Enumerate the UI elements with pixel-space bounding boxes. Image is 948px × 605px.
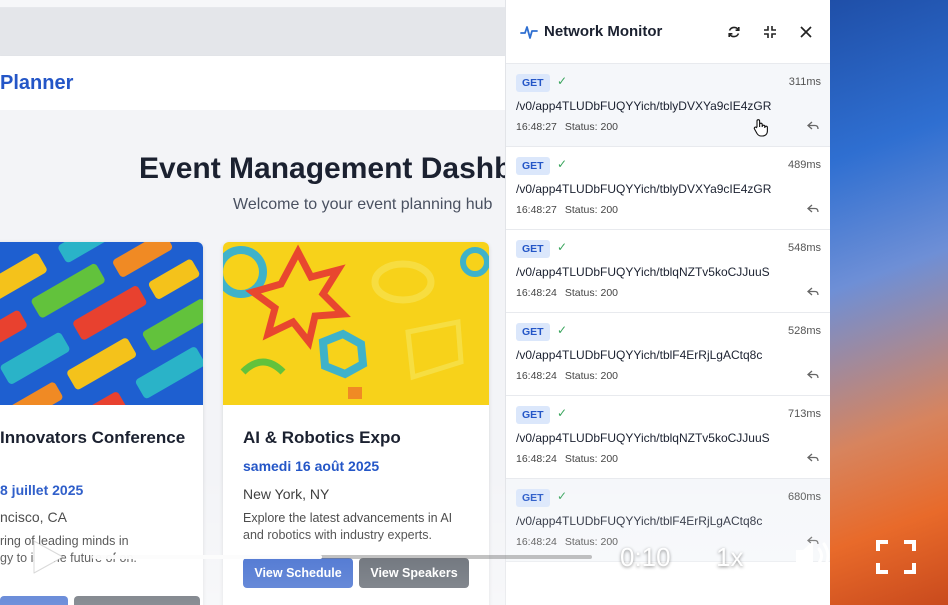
request-duration: 548ms [787, 242, 821, 254]
request-status: Status: 200 [564, 287, 618, 299]
browser-toolbar [0, 8, 505, 56]
event-image [0, 242, 203, 405]
event-date: samedi 16 août 2025 [243, 458, 380, 474]
request-meta: 16:48:27 Status: 200 [516, 121, 626, 133]
request-status: Status: 200 [564, 204, 618, 216]
request-status: Status: 200 [564, 121, 618, 133]
browser-top-strip [0, 0, 505, 8]
request-time: 16:48:27 [516, 204, 557, 216]
request-status: Status: 200 [564, 453, 618, 465]
view-speakers-button[interactable] [74, 596, 200, 605]
request-row[interactable]: GET ✓ 713ms/v0/app4TLUDbFUQYYich/tblqNZTv5… [506, 396, 830, 479]
method-badge: GET [516, 489, 550, 507]
video-controls: 0:10 1x [0, 520, 948, 595]
method-badge: GET [516, 157, 550, 175]
method-badge: GET [516, 74, 550, 92]
replay-icon[interactable] [807, 120, 819, 134]
request-row[interactable]: GET ✓ 489ms/v0/app4TLUDbFUQYYich/tblyDVXYa… [506, 147, 830, 230]
request-time: 16:48:24 [516, 287, 557, 299]
request-time: 16:48:24 [516, 370, 557, 382]
method-badge: GET [516, 406, 550, 424]
request-row[interactable]: GET ✓ 528ms/v0/app4TLUDbFUQYYich/tblF4ErRj… [506, 313, 830, 396]
replay-icon[interactable] [807, 369, 819, 383]
app-header: Planner [0, 56, 505, 110]
success-check-icon: ✓ [557, 157, 568, 171]
request-row[interactable]: GET ✓ 311ms/v0/app4TLUDbFUQYYich/tblyDVXYa… [506, 64, 830, 147]
event-date: 8 juillet 2025 [0, 482, 84, 498]
replay-icon[interactable] [807, 203, 819, 217]
request-duration: 528ms [787, 325, 821, 337]
request-row[interactable]: GET ✓ 548ms/v0/app4TLUDbFUQYYich/tblqNZTv5… [506, 230, 830, 313]
request-duration: 680ms [787, 491, 821, 503]
request-url: /v0/app4TLUDbFUQYYich/tblyDVXYa9cIE4zGR [516, 182, 772, 196]
request-meta: 16:48:24 Status: 200 [516, 287, 626, 299]
success-check-icon: ✓ [557, 406, 568, 420]
event-title: AI & Robotics Expo [243, 428, 401, 447]
success-check-icon: ✓ [557, 489, 568, 503]
request-meta: 16:48:24 Status: 200 [516, 453, 626, 465]
refresh-icon[interactable] [724, 22, 744, 42]
request-url: /v0/app4TLUDbFUQYYich/tblqNZTv5koCJJuuS [516, 265, 770, 279]
method-badge: GET [516, 323, 550, 341]
event-title: Innovators Conference [0, 428, 186, 447]
panel-header: Network Monitor [506, 0, 830, 64]
request-duration: 713ms [787, 408, 821, 420]
request-meta: 16:48:24 Status: 200 [516, 370, 626, 382]
request-meta: 16:48:27 Status: 200 [516, 204, 626, 216]
network-monitor-panel: Network Monitor GET ✓ 311ms/v0/app4TLUDbFU… [505, 0, 830, 605]
dashboard-title: Event Management Dashb [139, 152, 513, 185]
request-time: 16:48:24 [516, 453, 557, 465]
fullscreen-icon[interactable] [876, 540, 916, 574]
success-check-icon: ✓ [557, 74, 568, 88]
request-url: /v0/app4TLUDbFUQYYich/tblqNZTv5koCJJuuS [516, 431, 770, 445]
request-duration: 311ms [788, 76, 821, 88]
collapse-icon[interactable] [760, 22, 780, 42]
progress-track[interactable] [92, 555, 592, 559]
hand-cursor-icon [753, 119, 768, 137]
play-icon[interactable] [30, 538, 66, 576]
desktop-wallpaper [830, 0, 948, 605]
time-display: 0:10 [620, 542, 671, 572]
app-brand[interactable]: Planner [0, 72, 73, 95]
activity-icon [520, 25, 538, 39]
method-badge: GET [516, 240, 550, 258]
replay-icon[interactable] [807, 286, 819, 300]
request-url: /v0/app4TLUDbFUQYYich/tblyDVXYa9cIE4zGR [516, 99, 772, 113]
replay-icon[interactable] [807, 452, 819, 466]
request-status: Status: 200 [564, 370, 618, 382]
progress-fill [92, 555, 322, 559]
request-time: 16:48:27 [516, 121, 557, 133]
close-icon[interactable] [796, 22, 816, 42]
success-check-icon: ✓ [557, 323, 568, 337]
video-frame[interactable]: Planner Event Management Dashb Welcome t… [0, 0, 830, 605]
dashboard-subtitle: Welcome to your event planning hub [233, 196, 493, 213]
playback-speed[interactable]: 1x [716, 542, 743, 573]
success-check-icon: ✓ [557, 240, 568, 254]
request-url: /v0/app4TLUDbFUQYYich/tblF4ErRjLgACtq8c [516, 348, 763, 362]
volume-icon[interactable] [793, 538, 833, 574]
request-duration: 489ms [787, 159, 821, 171]
event-image [223, 242, 489, 405]
panel-title: Network Monitor [544, 23, 663, 40]
view-schedule-button[interactable] [0, 596, 68, 605]
event-location: New York, NY [243, 486, 330, 502]
